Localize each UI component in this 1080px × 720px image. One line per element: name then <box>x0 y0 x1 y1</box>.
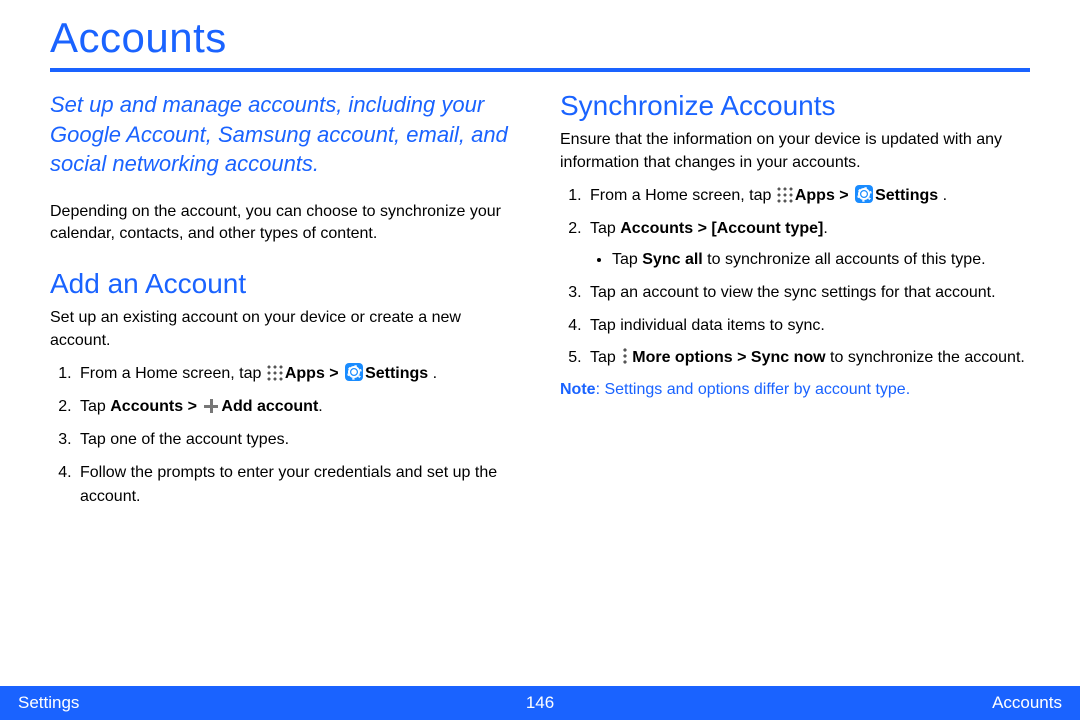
right-column: Synchronize Accounts Ensure that the inf… <box>560 90 1030 518</box>
apps-icon <box>777 187 793 203</box>
accounts-label: Accounts > <box>110 398 201 415</box>
settings-label: Settings <box>875 187 938 204</box>
intro-text: Set up and manage accounts, including yo… <box>50 90 520 179</box>
add-account-steps: From a Home screen, tap Apps > Settings … <box>50 362 520 510</box>
sync-accounts-steps: From a Home screen, tap Apps > Settings … <box>560 184 1030 371</box>
step-4: Tap individual data items to sync. <box>586 314 1030 339</box>
step-1: From a Home screen, tap Apps > Settings … <box>586 184 1030 209</box>
step-text: Tap <box>590 349 620 366</box>
step-text: From a Home screen, tap <box>80 365 266 382</box>
sync-all-label: Sync all <box>642 251 702 268</box>
step-2: Tap Accounts > [Account type]. Tap Sync … <box>586 217 1030 273</box>
sync-note: Note: Settings and options differ by acc… <box>560 379 1030 401</box>
add-account-body: Set up an existing account on your devic… <box>50 306 520 352</box>
page-footer: Settings 146 Accounts <box>0 686 1080 720</box>
two-column-layout: Set up and manage accounts, including yo… <box>50 90 1030 518</box>
settings-label: Settings <box>365 365 428 382</box>
more-options-label: More options > Sync now <box>632 349 825 366</box>
sync-accounts-heading: Synchronize Accounts <box>560 90 1030 122</box>
title-rule <box>50 68 1030 72</box>
sync-all-bullet: Tap Sync all to synchronize all accounts… <box>612 248 1030 273</box>
footer-section: Settings <box>18 693 79 713</box>
manual-page: Accounts Set up and manage accounts, inc… <box>0 0 1080 720</box>
plus-icon <box>203 398 219 414</box>
add-account-heading: Add an Account <box>50 268 520 300</box>
footer-page-number: 146 <box>526 693 554 713</box>
note-body: : Settings and options differ by account… <box>596 381 911 398</box>
step-5: Tap More options > Sync now to synchroni… <box>586 346 1030 371</box>
footer-topic: Accounts <box>992 693 1062 713</box>
left-column: Set up and manage accounts, including yo… <box>50 90 520 518</box>
accounts-type-label: Accounts > [Account type] <box>620 220 823 237</box>
step-3: Tap one of the account types. <box>76 428 520 453</box>
page-content: Accounts Set up and manage accounts, inc… <box>0 0 1080 518</box>
step-text-tail: to synchronize the account. <box>826 349 1025 366</box>
step-text-tail: . <box>428 365 437 382</box>
sync-accounts-body: Ensure that the information on your devi… <box>560 128 1030 174</box>
step-3: Tap an account to view the sync settings… <box>586 281 1030 306</box>
settings-icon <box>345 363 363 381</box>
step-text: Tap <box>590 220 620 237</box>
apps-label: Apps > <box>795 187 853 204</box>
step-text-tail: . <box>938 187 947 204</box>
intro-paragraph: Depending on the account, you can choose… <box>50 201 520 246</box>
step-4: Follow the prompts to enter your credent… <box>76 461 520 511</box>
note-label: Note <box>560 381 596 398</box>
step-2: Tap Accounts > Add account. <box>76 395 520 420</box>
step-1: From a Home screen, tap Apps > Settings … <box>76 362 520 387</box>
apps-label: Apps > <box>285 365 343 382</box>
bullet-text-tail: to synchronize all accounts of this type… <box>703 251 986 268</box>
step-text: Tap <box>80 398 110 415</box>
step-text-tail: . <box>318 398 322 415</box>
step-text: From a Home screen, tap <box>590 187 776 204</box>
sync-substeps: Tap Sync all to synchronize all accounts… <box>590 248 1030 273</box>
bullet-text: Tap <box>612 251 642 268</box>
step-text-tail: . <box>823 220 827 237</box>
page-title: Accounts <box>50 14 1030 62</box>
settings-icon <box>855 185 873 203</box>
apps-icon <box>267 365 283 381</box>
more-options-icon <box>621 348 629 364</box>
add-account-label: Add account <box>221 398 318 415</box>
